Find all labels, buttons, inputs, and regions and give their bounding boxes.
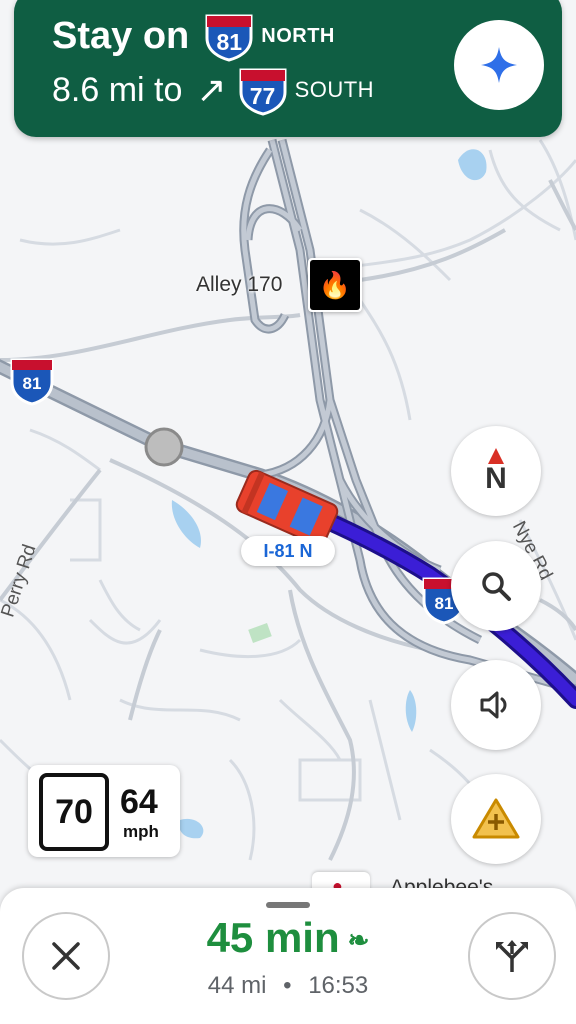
i81-shield-icon: 81	[203, 10, 255, 62]
i81-shield-number: 81	[216, 29, 243, 55]
instruction-text: Stay on	[52, 14, 190, 57]
eco-leaf-icon: ❧	[347, 925, 370, 956]
instruction-line-2: 8.6 mi to ↗ 77 SOUTH	[52, 64, 374, 116]
alternate-routes-icon	[496, 940, 528, 972]
phoenix-logo-icon: 🔥	[310, 260, 360, 310]
arrival-time: 16:53	[308, 972, 369, 999]
speed-unit: mph	[123, 822, 159, 841]
i77-shield-icon: 77	[237, 64, 289, 116]
search-button[interactable]	[451, 541, 541, 631]
sound-button[interactable]	[451, 660, 541, 750]
speed-limit-sign: 70	[39, 773, 109, 851]
trip-distance: 44 mi	[207, 972, 267, 999]
route-start-marker	[144, 427, 184, 467]
distance-to-turn: 8.6 mi to	[52, 70, 183, 109]
trip-separator: •	[283, 972, 292, 999]
current-speed: 64	[120, 783, 158, 821]
navigation-banner[interactable]: Stay on 81 NORTH 8.6 mi to ↗ 77 SOUTH	[14, 0, 562, 137]
turn-right-arrow-icon: ↗	[196, 69, 227, 110]
place-label-alley-170[interactable]: Alley 170	[196, 273, 282, 297]
compass-label: N	[485, 462, 507, 495]
search-icon	[482, 572, 511, 601]
duration-text: 45 min	[206, 914, 340, 961]
alley-170-poi-icon[interactable]: 🔥	[308, 258, 362, 312]
i81-shield-left-label: 81	[23, 374, 42, 393]
instruction-line-1: Stay on 81 NORTH	[52, 10, 335, 62]
report-incident-button[interactable]	[451, 774, 541, 864]
gemini-assistant-button[interactable]	[454, 20, 544, 110]
trip-summary-sheet[interactable]: 45 min ❧ 44 mi • 16:53	[0, 888, 576, 1024]
current-road-chip: I-81 N	[241, 536, 335, 566]
i81-shield-right-label: 81	[435, 594, 454, 613]
compass-needle-icon	[488, 448, 504, 464]
compass-button[interactable]: N	[451, 426, 541, 516]
volume-icon	[480, 691, 507, 719]
i77-shield-number: 77	[249, 83, 276, 109]
sheet-drag-handle[interactable]	[266, 902, 310, 908]
report-incident-icon	[472, 798, 520, 839]
speed-indicator: 70 64 mph	[28, 765, 180, 857]
direction-south: SOUTH	[294, 77, 375, 102]
direction-north: NORTH	[261, 24, 335, 47]
alternate-routes-button[interactable]	[468, 912, 556, 1000]
sparkle-icon	[481, 47, 517, 83]
